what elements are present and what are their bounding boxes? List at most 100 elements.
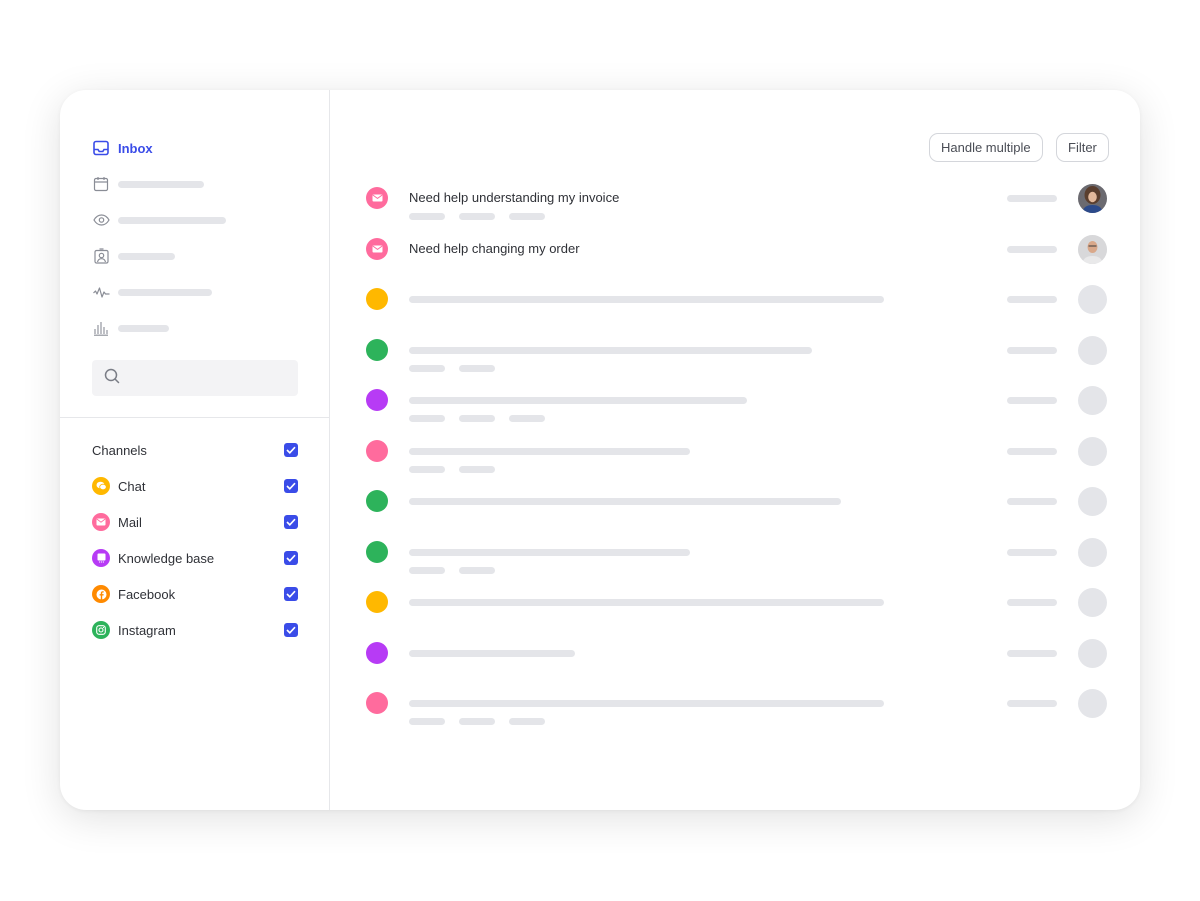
conversation-title-placeholder (409, 700, 884, 707)
filter-button[interactable]: Filter (1056, 133, 1109, 162)
channel-label: Instagram (118, 622, 176, 638)
channel-checkbox[interactable] (284, 515, 298, 529)
sidebar: Inbox Channels Chat Mail Knowledge base … (60, 90, 330, 810)
conversation-row[interactable] (330, 538, 1140, 581)
conversation-time-placeholder (1007, 195, 1057, 202)
conversation-tag-placeholder (459, 567, 495, 574)
nav-item-placeholder (118, 216, 226, 224)
nav-item-placeholder (118, 324, 169, 332)
channel-dot-instagram (366, 490, 388, 512)
conversation-title-placeholder (409, 650, 575, 657)
conversation-time-placeholder (1007, 549, 1057, 556)
nav-item-inbox[interactable]: Inbox (92, 138, 153, 158)
channel-label: Chat (118, 478, 146, 494)
channel-dot-instagram (366, 541, 388, 563)
channel-dot-knowledge-base (366, 389, 388, 411)
conversation-row[interactable] (330, 588, 1140, 631)
conversation-time-placeholder (1007, 650, 1057, 657)
conversation-tag-placeholder (459, 718, 495, 725)
conversation-tag-placeholder (509, 415, 545, 422)
search-box[interactable] (92, 360, 304, 396)
channel-chat[interactable]: Chat (92, 476, 298, 496)
conversation-tag-placeholder (459, 466, 495, 473)
conversation-row[interactable] (330, 336, 1140, 379)
instagram-icon (92, 621, 110, 639)
channel-dot-mail (366, 692, 388, 714)
channel-checkbox[interactable] (284, 587, 298, 601)
conversation-row[interactable] (330, 689, 1140, 732)
channel-checkbox[interactable] (284, 551, 298, 565)
eye-icon (92, 211, 110, 229)
conversation-row[interactable] (330, 487, 1140, 530)
channel-dot-chat (366, 288, 388, 310)
conversation-row[interactable] (330, 639, 1140, 682)
avatar (1078, 689, 1107, 718)
conversation-tag-placeholder (459, 365, 495, 372)
channel-knowledge-base[interactable]: Knowledge base (92, 548, 298, 568)
conversation-time-placeholder (1007, 246, 1057, 253)
conversation-tag-placeholder (509, 718, 545, 725)
handle-multiple-button[interactable]: Handle multiple (929, 133, 1043, 162)
bar-chart-icon (92, 319, 110, 337)
contact-icon (92, 247, 110, 265)
conversation-title-placeholder (409, 296, 884, 303)
conversation-tag-placeholder (409, 567, 445, 574)
search-input[interactable] (128, 370, 304, 386)
conversation-title-placeholder (409, 498, 841, 505)
avatar (1078, 538, 1107, 567)
avatar (1078, 336, 1107, 365)
activity-icon (92, 283, 110, 301)
conversation-row[interactable] (330, 437, 1140, 480)
channel-instagram[interactable]: Instagram (92, 620, 298, 640)
conversation-title-placeholder (409, 549, 690, 556)
conversation-time-placeholder (1007, 448, 1057, 455)
avatar (1078, 487, 1107, 516)
nav-item-reports[interactable] (92, 318, 169, 338)
mail-icon (92, 513, 110, 531)
conversation-tag-placeholder (459, 415, 495, 422)
channel-checkbox[interactable] (284, 623, 298, 637)
channel-facebook[interactable]: Facebook (92, 584, 298, 604)
channel-label: Facebook (118, 586, 176, 602)
conversation-tag-placeholder (409, 365, 445, 372)
conversation-title: Need help understanding my invoice (409, 190, 620, 205)
conversation-row[interactable]: Need help understanding my invoice (330, 184, 1140, 227)
nav-item-views[interactable] (92, 210, 226, 230)
conversation-tag-placeholder (409, 718, 445, 725)
nav-item-placeholder (118, 252, 175, 260)
nav-item-contacts[interactable] (92, 246, 175, 266)
channel-dot-chat (366, 591, 388, 613)
channels-header-label: Channels (92, 442, 147, 458)
nav-item-label: Inbox (118, 140, 153, 156)
conversation-tag-placeholder (409, 415, 445, 422)
calendar-icon (92, 175, 110, 193)
conversation-title-placeholder (409, 448, 690, 455)
nav-item-placeholder (118, 180, 204, 188)
channel-checkbox[interactable] (284, 479, 298, 493)
conversation-row[interactable]: Need help changing my order (330, 235, 1140, 278)
conversation-row[interactable] (330, 285, 1140, 328)
inbox-icon (92, 139, 110, 157)
channel-label: Mail (118, 514, 142, 530)
nav-item-activity[interactable] (92, 282, 212, 302)
conversation-row[interactable] (330, 386, 1140, 429)
conversation-title-placeholder (409, 347, 812, 354)
channel-dot-mail (366, 440, 388, 462)
avatar (1078, 184, 1107, 213)
avatar (1078, 437, 1107, 466)
avatar (1078, 386, 1107, 415)
avatar (1078, 285, 1107, 314)
conversation-tag-placeholder (459, 213, 495, 220)
channels-all-checkbox[interactable] (284, 443, 298, 457)
conversation-list-panel: Handle multiple Filter Need help underst… (330, 90, 1140, 810)
avatar (1078, 588, 1107, 617)
app-window: Inbox Channels Chat Mail Knowledge base … (60, 90, 1140, 810)
channel-mail[interactable]: Mail (92, 512, 298, 532)
nav-item-calendar[interactable] (92, 174, 204, 194)
conversation-title-placeholder (409, 397, 747, 404)
conversation-time-placeholder (1007, 700, 1057, 707)
conversation-tag-placeholder (509, 213, 545, 220)
conversation-time-placeholder (1007, 498, 1057, 505)
chat-icon (92, 477, 110, 495)
conversation-title: Need help changing my order (409, 241, 580, 256)
